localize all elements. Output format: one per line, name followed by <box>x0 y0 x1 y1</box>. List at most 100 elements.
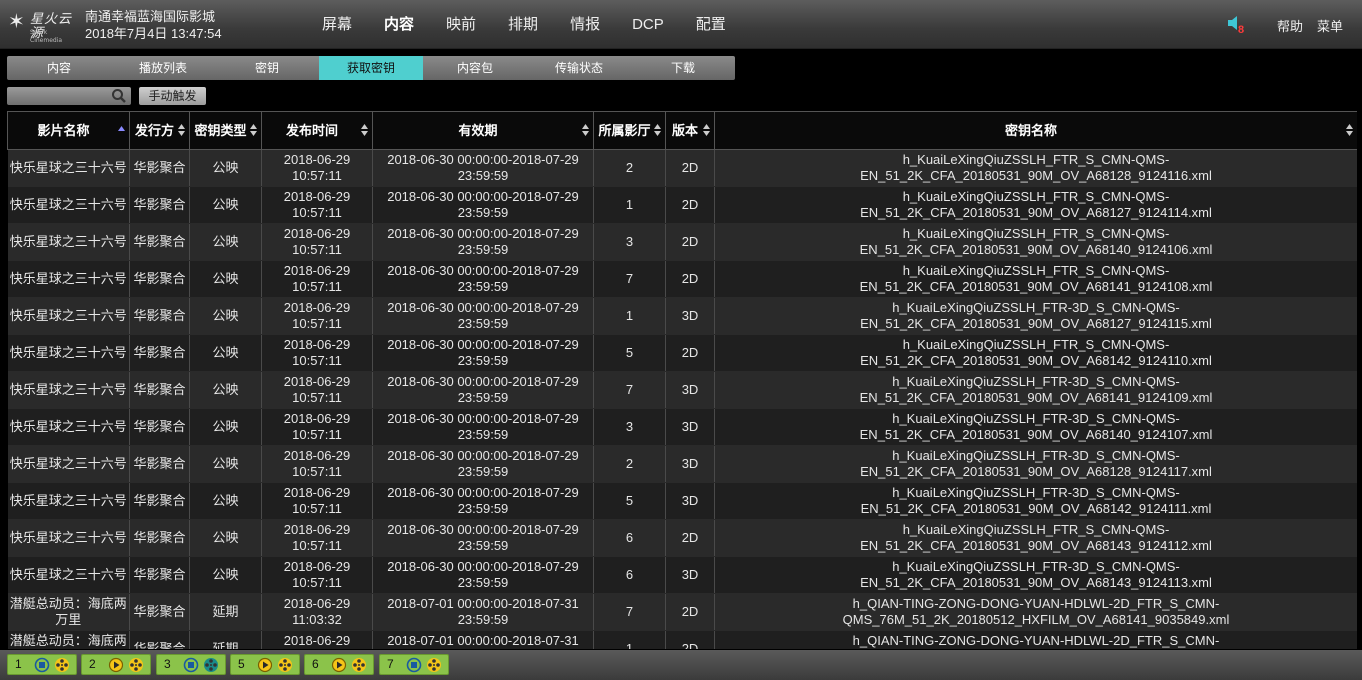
column-header-4[interactable]: 有效期 <box>372 111 594 150</box>
search-input[interactable] <box>7 87 107 105</box>
table-row[interactable]: 快乐星球之三十六号 华影聚合 公映 2018-06-29 10:57:11 2018-0… <box>7 445 1357 483</box>
stop-icon <box>406 657 422 673</box>
table-row[interactable]: 快乐星球之三十六号 华影聚合 公映 2018-06-29 10:57:11 2018-0… <box>7 556 1357 594</box>
table-cell: 2D <box>665 223 715 261</box>
subtab-1[interactable]: 播放列表 <box>111 56 215 80</box>
table-row[interactable]: 快乐星球之三十六号 华影聚合 公映 2018-06-29 10:57:11 2018-0… <box>7 186 1357 224</box>
table-row[interactable]: 潜艇总动员：海底两万里华影聚合延期2018-06-29 11:03:322018… <box>7 630 1357 649</box>
table-row[interactable]: 快乐星球之三十六号 华影聚合 公映 2018-06-29 10:57:11 2018-0… <box>7 482 1357 520</box>
subtab-4[interactable]: 内容包 <box>423 56 527 80</box>
table-cell: h_QIAN-TING-ZONG-DONG-YUAN-HDLWL-2D_FTR_… <box>714 593 1357 631</box>
table-cell: 2018-06-29 10:57:11 <box>261 149 373 187</box>
main-nav: 屏幕 内容 映前 排期 情报 DCP 配置 <box>306 0 742 49</box>
alarm-button[interactable]: 8 <box>1228 16 1252 38</box>
nav-item-5[interactable]: DCP <box>616 0 680 49</box>
table-cell: 延期 <box>189 630 262 649</box>
table-cell: 2D <box>665 260 715 298</box>
hall-status-7[interactable]: 7 <box>379 654 449 675</box>
hall-number: 3 <box>164 657 171 671</box>
table-cell: 3 <box>593 223 666 261</box>
table-cell: 公映 <box>189 334 262 372</box>
table-row[interactable]: 快乐星球之三十六号 华影聚合 公映 2018-06-29 10:57:11 2018-0… <box>7 149 1357 187</box>
table-cell: 2018-06-30 00:00:00-2018-07-29 23:59:59 <box>372 223 594 261</box>
column-header-2[interactable]: 密钥类型 <box>189 111 262 150</box>
sort-icon <box>582 124 589 136</box>
subtab-2[interactable]: 密钥 <box>215 56 319 80</box>
nav-item-4[interactable]: 情报 <box>554 0 616 49</box>
column-header-6[interactable]: 版本 <box>665 111 715 150</box>
table-cell: h_KuaiLeXingQiuZSSLH_FTR_S_CMN-QMS-EN_51… <box>714 186 1357 224</box>
hall-status-6[interactable]: 6 <box>304 654 374 675</box>
nav-item-3[interactable]: 排期 <box>492 0 554 49</box>
table-cell: 延期 <box>189 593 262 631</box>
table-cell: h_KuaiLeXingQiuZSSLH_FTR-3D_S_CMN-QMS-EN… <box>714 482 1357 520</box>
table-row[interactable]: 快乐星球之三十六号 华影聚合 公映 2018-06-29 10:57:11 2018-0… <box>7 408 1357 446</box>
table-cell: 公映 <box>189 519 262 557</box>
table-cell: h_KuaiLeXingQiuZSSLH_FTR-3D_S_CMN-QMS-EN… <box>714 297 1357 335</box>
column-header-0[interactable]: 影片名称 <box>7 111 130 150</box>
table-cell: 公映 <box>189 149 262 187</box>
table-cell: 2018-06-29 10:57:11 <box>261 445 373 483</box>
kdm-table-container: 影片名称 发行方 密钥类型 发布时间 有效期 所属影厅 版本 密钥名称 快乐星球之三十六号 华影… <box>7 111 1357 649</box>
hall-status-5[interactable]: 5 <box>230 654 300 675</box>
sort-icon <box>1346 124 1353 136</box>
table-cell: 快乐星球之三十六号 <box>7 371 130 409</box>
table-row[interactable]: 快乐星球之三十六号 华影聚合 公映 2018-06-29 10:57:11 2018-0… <box>7 334 1357 372</box>
subtab-3[interactable]: 获取密钥 <box>319 56 423 80</box>
table-row[interactable]: 快乐星球之三十六号 华影聚合 公映 2018-06-29 10:57:11 2018-0… <box>7 519 1357 557</box>
table-row[interactable]: 快乐星球之三十六号 华影聚合 公映 2018-06-29 10:57:11 2018-0… <box>7 371 1357 409</box>
table-cell: 华影聚合 <box>129 371 190 409</box>
table-cell: 2018-06-30 00:00:00-2018-07-29 23:59:59 <box>372 556 594 594</box>
table-cell: 2018-06-29 11:03:32 <box>261 593 373 631</box>
table-cell: 2018-06-30 00:00:00-2018-07-29 23:59:59 <box>372 482 594 520</box>
nav-item-2[interactable]: 映前 <box>430 0 492 49</box>
table-cell: 快乐星球之三十六号 <box>7 186 130 224</box>
hall-status-2[interactable]: 2 <box>81 654 151 675</box>
cinema-name: 南通幸福蓝海国际影城 <box>85 9 216 24</box>
table-cell: 2 <box>593 149 666 187</box>
table-cell: h_KuaiLeXingQiuZSSLH_FTR_S_CMN-QMS-EN_51… <box>714 334 1357 372</box>
hall-status-1[interactable]: 1 <box>7 654 77 675</box>
subtab-5[interactable]: 传输状态 <box>527 56 631 80</box>
hall-number: 7 <box>387 657 394 671</box>
table-cell: 公映 <box>189 223 262 261</box>
table-body: 快乐星球之三十六号 华影聚合 公映 2018-06-29 10:57:11 2018-0… <box>7 149 1357 649</box>
table-row[interactable]: 潜艇总动员：海底两万里华影聚合延期2018-06-29 11:03:322018… <box>7 593 1357 631</box>
table-cell: h_KuaiLeXingQiuZSSLH_FTR_S_CMN-QMS-EN_51… <box>714 223 1357 261</box>
subtab-0[interactable]: 内容 <box>7 56 111 80</box>
column-header-5[interactable]: 所属影厅 <box>593 111 666 150</box>
manual-trigger-button[interactable]: 手动触发 <box>139 87 206 105</box>
app-root: { "header": { "logo_name": "星火云源", "logo… <box>0 0 1362 680</box>
table-row[interactable]: 快乐星球之三十六号 华影聚合 公映 2018-06-29 10:57:11 2018-0… <box>7 260 1357 298</box>
table-cell: 6 <box>593 556 666 594</box>
table-cell: 5 <box>593 482 666 520</box>
play-icon <box>108 657 124 673</box>
help-link[interactable]: 帮助 <box>1277 16 1303 35</box>
column-header-7[interactable]: 密钥名称 <box>714 111 1357 150</box>
table-cell: h_KuaiLeXingQiuZSSLH_FTR-3D_S_CMN-QMS-EN… <box>714 556 1357 594</box>
column-header-1[interactable]: 发行方 <box>129 111 190 150</box>
reel-icon <box>129 658 143 672</box>
menu-link[interactable]: 菜单 <box>1317 16 1343 35</box>
nav-item-6[interactable]: 配置 <box>680 0 742 49</box>
table-cell: 2 <box>593 445 666 483</box>
sort-icon <box>178 124 185 136</box>
table-cell: 快乐星球之三十六号 <box>7 223 130 261</box>
hall-status-3[interactable]: 3 <box>156 654 226 675</box>
column-header-3[interactable]: 发布时间 <box>261 111 373 150</box>
reel-icon <box>278 658 292 672</box>
table-cell: 快乐星球之三十六号 <box>7 408 130 446</box>
table-row[interactable]: 快乐星球之三十六号 华影聚合 公映 2018-06-29 10:57:11 2018-0… <box>7 297 1357 335</box>
table-cell: 华影聚合 <box>129 223 190 261</box>
nav-item-0[interactable]: 屏幕 <box>306 0 368 49</box>
hall-number: 1 <box>15 657 22 671</box>
table-row[interactable]: 快乐星球之三十六号 华影聚合 公映 2018-06-29 10:57:11 2018-0… <box>7 223 1357 261</box>
subtab-6[interactable]: 下载 <box>631 56 735 80</box>
nav-item-1[interactable]: 内容 <box>368 0 430 49</box>
search-icon[interactable] <box>111 88 127 104</box>
column-header-label: 密钥类型 <box>194 123 247 138</box>
table-cell: 快乐星球之三十六号 <box>7 556 130 594</box>
table-cell: 华影聚合 <box>129 334 190 372</box>
table-cell: 5 <box>593 334 666 372</box>
table-cell: 快乐星球之三十六号 <box>7 149 130 187</box>
